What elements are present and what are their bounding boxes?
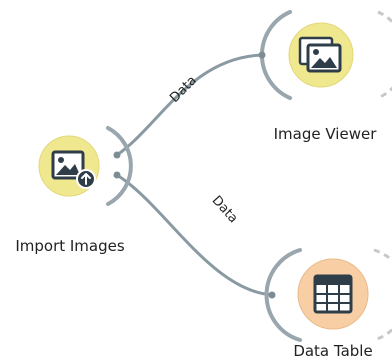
output-port-arc-dashed [373,248,392,342]
link-label-data-1: Data [167,73,200,106]
table-grid-icon [313,274,353,314]
port-dot[interactable] [268,291,276,299]
node-image-viewer[interactable]: Image Viewer [258,10,392,143]
output-port-arc[interactable] [106,126,133,206]
link-import-to-viewer[interactable] [115,53,264,157]
node-label-data-table: Data Table [293,342,372,360]
node-label-import-images: Import Images [15,237,125,255]
link-label-data-2: Data [209,193,241,226]
workflow-canvas[interactable]: Data Data Import Images Image Viewer Dat… [0,0,392,361]
port-dot[interactable] [113,151,121,159]
node-label-image-viewer: Image Viewer [274,125,378,143]
node-import-images[interactable]: Import Images [15,126,133,255]
link-import-to-table[interactable] [115,173,274,297]
output-port-arc-dashed [377,10,392,100]
input-port-arc[interactable] [259,10,292,100]
port-dot[interactable] [113,171,121,179]
node-data-table[interactable]: Data Table [264,248,392,360]
port-dot[interactable] [258,51,266,59]
